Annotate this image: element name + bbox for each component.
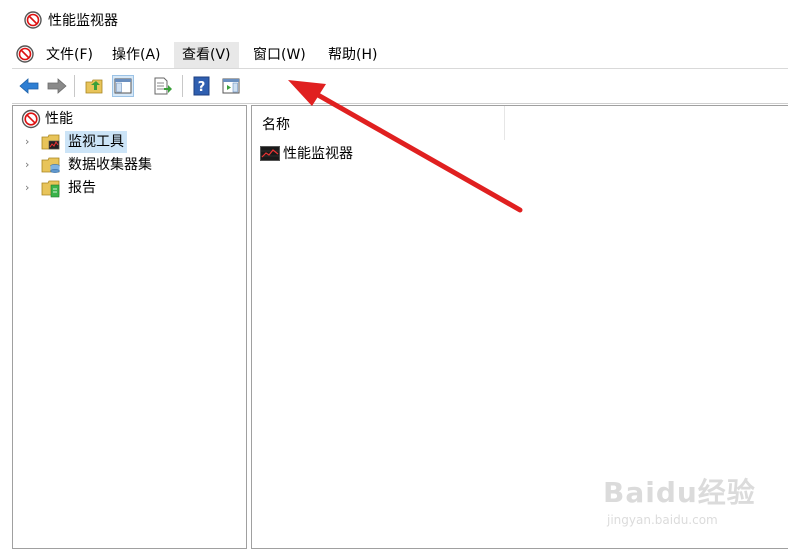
tree-root-label: 性能 [45, 111, 73, 127]
console-tree-pane[interactable]: 性能 › 监视工具 › 数据收集器集 › 报告 [12, 105, 247, 549]
tree-item-monitoring-tools[interactable]: › 监视工具 [13, 131, 243, 153]
export-list-button[interactable] [152, 75, 174, 97]
back-button[interactable] [18, 75, 40, 97]
performance-monitor-logo-icon [24, 11, 42, 29]
menu-view[interactable]: 查看(V) [174, 42, 239, 68]
chevron-right-icon[interactable]: › [25, 177, 35, 199]
tree-item-reports[interactable]: › 报告 [13, 177, 243, 199]
up-folder-icon [85, 79, 103, 94]
help-button[interactable]: ? [191, 75, 213, 97]
tree-root-performance[interactable]: 性能 [13, 108, 243, 130]
reports-folder-icon [41, 180, 60, 198]
export-list-icon [154, 77, 172, 95]
list-item-label: 性能监视器 [283, 146, 353, 162]
toolbar: ? [12, 69, 788, 104]
title-bar: 性能监视器 [0, 0, 788, 42]
tree-item-label: 报告 [68, 180, 96, 196]
menu-window[interactable]: 窗口(W) [245, 42, 314, 68]
column-header-name[interactable]: 名称 [252, 106, 505, 140]
system-menu-icon[interactable] [16, 45, 34, 63]
menu-help[interactable]: 帮助(H) [320, 42, 385, 68]
menu-bar: 文件(F) 操作(A) 查看(V) 窗口(W) 帮助(H) [12, 42, 788, 69]
svg-text:?: ? [198, 80, 206, 95]
toolbar-separator [74, 75, 75, 97]
chevron-right-icon[interactable]: › [25, 131, 35, 153]
show-hide-action-pane-icon [222, 78, 240, 94]
performance-root-icon [21, 109, 41, 129]
forward-button[interactable] [46, 75, 68, 97]
menu-file[interactable]: 文件(F) [38, 42, 101, 68]
tree-item-label: 数据收集器集 [68, 157, 152, 173]
tree-item-data-collector-sets[interactable]: › 数据收集器集 [13, 154, 243, 176]
forward-arrow-icon [47, 78, 67, 94]
column-header-label: 名称 [262, 117, 290, 133]
up-folder-button[interactable] [84, 75, 106, 97]
data-collector-sets-folder-icon [41, 157, 60, 173]
help-icon: ? [193, 76, 210, 96]
show-hide-action-pane-button[interactable] [220, 75, 242, 97]
monitoring-tools-folder-icon [41, 134, 60, 150]
performance-monitor-chart-icon [260, 146, 280, 161]
show-hide-console-tree-icon [114, 78, 132, 94]
menu-action[interactable]: 操作(A) [104, 42, 169, 68]
toolbar-separator [182, 75, 183, 97]
watermark-url: jingyan.baidu.com [607, 513, 718, 527]
watermark-brand: Baidu经验 [603, 476, 756, 509]
back-arrow-icon [19, 78, 39, 94]
tree-item-label: 监视工具 [65, 131, 127, 153]
chevron-right-icon[interactable]: › [25, 154, 35, 176]
watermark: Baidu经验 jingyan.baidu.com [603, 461, 783, 541]
window-title: 性能监视器 [48, 13, 118, 29]
show-hide-console-tree-button[interactable] [112, 75, 134, 97]
